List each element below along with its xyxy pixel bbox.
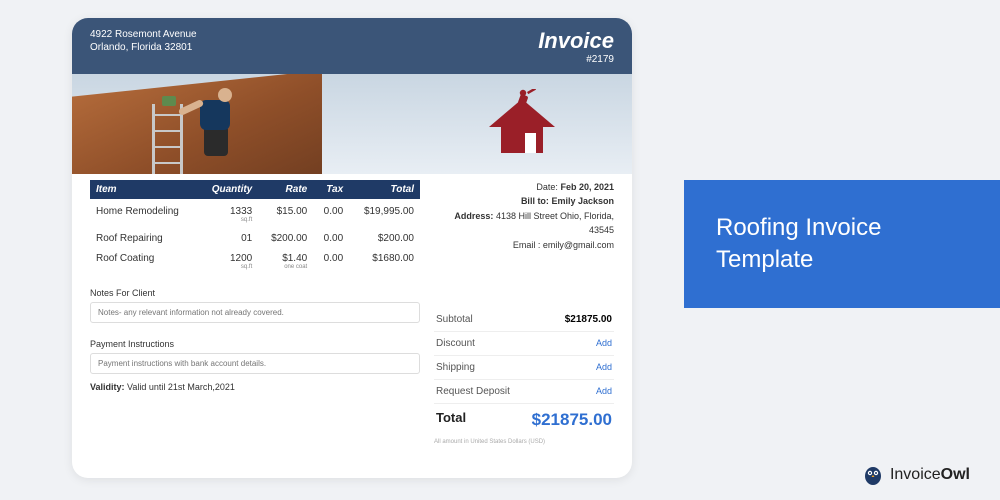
item-tax: 0.00: [313, 246, 349, 273]
shipping-label: Shipping: [436, 362, 475, 373]
item-tax: 0.00: [313, 226, 349, 246]
brand-bold: Owl: [941, 466, 970, 483]
validity: Validity: Valid until 21st March,2021: [90, 382, 420, 392]
table-row: Roof Repairing 01 $200.00 0.00 $200.00: [90, 226, 420, 246]
sender-address: 4922 Rosemont Avenue Orlando, Florida 32…: [90, 28, 197, 66]
col-rate: Rate: [258, 180, 313, 199]
item-rate: $200.00: [258, 226, 313, 246]
billto-value: Emily Jackson: [551, 196, 614, 206]
item-rate-sub: one coat: [264, 264, 307, 271]
item-qty-sub: sq.ft: [204, 217, 252, 224]
subtotal-label: Subtotal: [436, 314, 473, 325]
notes-input[interactable]: [90, 302, 420, 323]
line-items-table: Item Quantity Rate Tax Total Home Remode…: [90, 180, 420, 272]
right-column: Date: Feb 20, 2021 Bill to: Emily Jackso…: [434, 174, 614, 445]
brand-logo: InvoiceOwl: [862, 464, 970, 486]
invoice-header: 4922 Rosemont Avenue Orlando, Florida 32…: [72, 18, 632, 74]
date-label: Date:: [536, 182, 558, 192]
item-qty: 01: [198, 226, 258, 246]
billto-label: Bill to:: [521, 196, 549, 206]
table-row: Home Remodeling 1333sq.ft $15.00 0.00 $1…: [90, 199, 420, 226]
item-name: Roof Repairing: [90, 226, 198, 246]
item-qty: 1200: [230, 253, 252, 264]
invoice-title-block: Invoice #2179: [538, 28, 614, 66]
side-panel-line2: Template: [716, 244, 881, 276]
validity-value: Valid until 21st March,2021: [127, 382, 235, 392]
address-line-2: Orlando, Florida 32801: [90, 41, 197, 54]
grand-total-label: Total: [436, 410, 466, 430]
col-item: Item: [90, 180, 198, 199]
brand-name: InvoiceOwl: [890, 466, 970, 484]
totals: Subtotal $21875.00 Discount Add Shipping…: [434, 308, 614, 445]
side-panel-line1: Roofing Invoice: [716, 212, 881, 244]
roofing-logo: [412, 74, 632, 174]
invoice-card: 4922 Rosemont Avenue Orlando, Florida 32…: [72, 18, 632, 478]
deposit-label: Request Deposit: [436, 386, 510, 397]
payment-input[interactable]: [90, 353, 420, 374]
col-tax: Tax: [313, 180, 349, 199]
grand-total-value: $21875.00: [532, 410, 612, 430]
item-name: Roof Coating: [90, 246, 198, 273]
house-icon: [483, 89, 561, 159]
email-value: emily@gmail.com: [543, 240, 614, 250]
item-total: $200.00: [349, 226, 420, 246]
item-rate: $15.00: [258, 199, 313, 226]
item-total: $1680.00: [349, 246, 420, 273]
col-total: Total: [349, 180, 420, 199]
item-rate: $1.40: [282, 253, 307, 264]
date-value: Feb 20, 2021: [560, 182, 614, 192]
item-name: Home Remodeling: [90, 199, 198, 226]
item-qty: 1333: [230, 206, 252, 217]
validity-label: Validity:: [90, 382, 125, 392]
discount-label: Discount: [436, 338, 475, 349]
add-shipping-button[interactable]: Add: [596, 362, 612, 373]
table-row: Roof Coating 1200sq.ft $1.40one coat 0.0…: [90, 246, 420, 273]
brand-light: Invoice: [890, 466, 941, 483]
invoice-title: Invoice: [538, 28, 614, 54]
currency-note: All amount in United States Dollars (USD…: [434, 439, 614, 445]
col-qty: Quantity: [198, 180, 258, 199]
item-total: $19,995.00: [349, 199, 420, 226]
payment-label: Payment Instructions: [90, 339, 420, 349]
add-deposit-button[interactable]: Add: [596, 386, 612, 397]
invoice-number: #2179: [538, 54, 614, 65]
worker-photo: [72, 74, 412, 174]
address-line-1: 4922 Rosemont Avenue: [90, 28, 197, 41]
notes-label: Notes For Client: [90, 288, 420, 298]
owl-icon: [862, 464, 884, 486]
hero-image: [72, 74, 632, 174]
addr-value: 4138 Hill Street Ohio, Florida, 43545: [496, 211, 614, 235]
item-qty-sub: sq.ft: [204, 264, 252, 271]
invoice-body: Item Quantity Rate Tax Total Home Remode…: [72, 174, 632, 457]
subtotal-value: $21875.00: [565, 314, 612, 325]
email-label: Email :: [513, 240, 541, 250]
side-panel: Roofing Invoice Template: [684, 180, 1000, 308]
add-discount-button[interactable]: Add: [596, 338, 612, 349]
item-tax: 0.00: [313, 199, 349, 226]
left-column: Item Quantity Rate Tax Total Home Remode…: [90, 174, 420, 445]
addr-label: Address:: [454, 211, 493, 221]
bill-info: Date: Feb 20, 2021 Bill to: Emily Jackso…: [434, 180, 614, 252]
